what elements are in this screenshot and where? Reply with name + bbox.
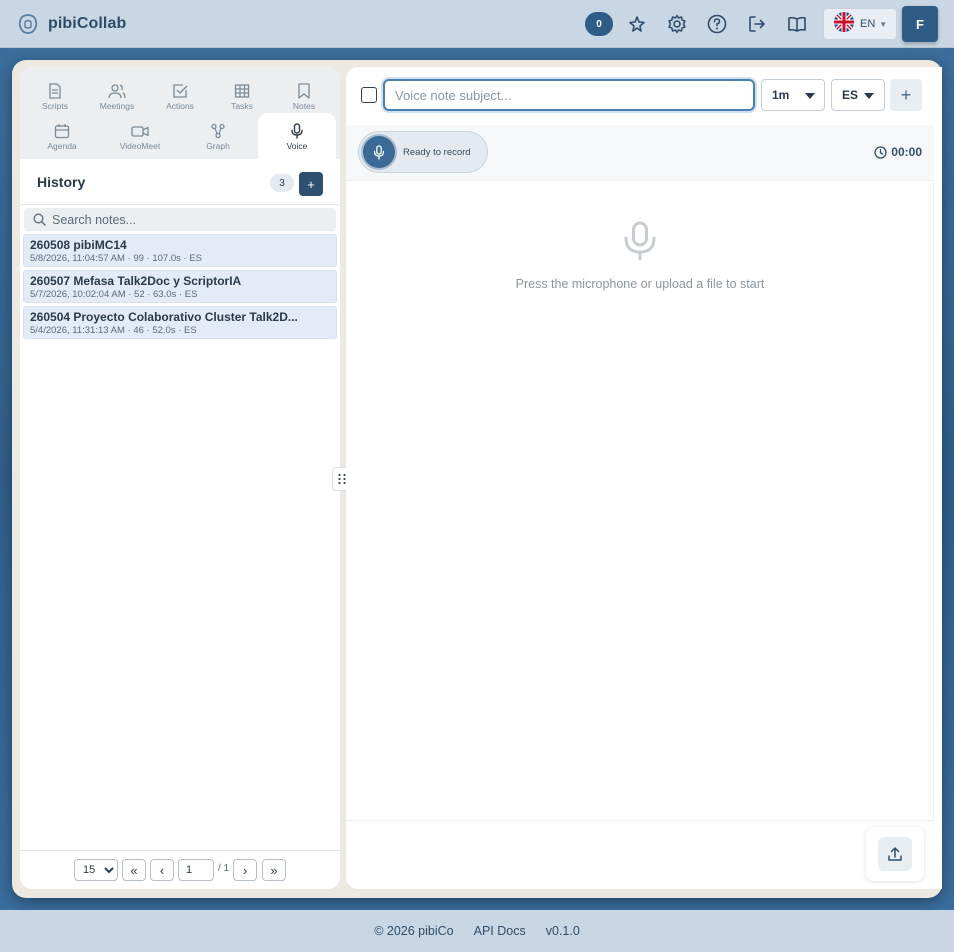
list-item[interactable]: 260508 pibiMC14 5/8/2026, 11:04:57 AM · …	[23, 234, 337, 267]
tab-meetings[interactable]: Meetings	[85, 77, 149, 113]
tab-agenda[interactable]: Agenda	[30, 117, 94, 153]
caret-down-icon	[805, 93, 815, 99]
video-icon	[131, 126, 149, 137]
document-icon	[49, 83, 61, 99]
list-item[interactable]: 260504 Proyecto Colaborativo Cluster Tal…	[23, 306, 337, 339]
duration-value: 1m	[772, 88, 790, 102]
microphone-placeholder-icon	[622, 221, 658, 266]
upload-icon	[888, 847, 902, 861]
list-item[interactable]: 260507 Mefasa Talk2Doc y ScriptorIA 5/7/…	[23, 270, 337, 303]
language-code: EN	[860, 18, 876, 30]
last-page-button[interactable]: »	[262, 859, 286, 881]
gear-icon[interactable]	[661, 8, 693, 40]
microphone-icon	[363, 136, 395, 168]
page-size-select[interactable]: 15	[74, 859, 118, 881]
microphone-icon	[291, 123, 303, 139]
tab-label: Graph	[206, 141, 230, 151]
history-count-badge: 3	[270, 174, 294, 192]
note-title: 260504 Proyecto Colaborativo Cluster Tal…	[30, 310, 298, 324]
voice-panel: 1m ES + Ready to record 00:00	[346, 67, 942, 889]
note-title: 260507 Mefasa Talk2Doc y ScriptorIA	[30, 274, 242, 288]
star-pin-icon[interactable]	[621, 8, 653, 40]
graph-icon	[211, 123, 225, 139]
timer: 00:00	[874, 145, 922, 159]
user-avatar[interactable]: F	[902, 6, 938, 42]
logout-icon[interactable]	[741, 8, 773, 40]
voice-subject-input[interactable]	[383, 79, 755, 111]
note-list: 260508 pibiMC14 5/8/2026, 11:04:57 AM · …	[23, 234, 337, 342]
prev-page-button[interactable]: ‹	[150, 859, 174, 881]
tab-tasks[interactable]: Tasks	[210, 77, 274, 113]
history-header: History 3 +	[20, 159, 340, 205]
record-status: Ready to record	[403, 146, 471, 158]
tab-label: Meetings	[99, 101, 135, 111]
tab-videomeet[interactable]: VideoMeet	[108, 117, 172, 153]
check-square-icon	[173, 84, 188, 98]
language-value: ES	[842, 88, 859, 102]
copyright: © 2026 pibiCo	[374, 924, 454, 938]
language-select[interactable]: ES	[831, 79, 885, 111]
empty-message: Press the microphone or upload a file to…	[515, 277, 765, 291]
add-voice-button[interactable]: +	[890, 79, 922, 111]
language-selector[interactable]: EN ▼	[823, 8, 897, 40]
tab-label: VideoMeet	[119, 141, 161, 151]
left-panel: Scripts Meetings Actions Tasks Notes Age…	[20, 67, 340, 889]
tab-graph[interactable]: Graph	[186, 117, 250, 153]
note-meta: 5/8/2026, 11:04:57 AM · 99 · 107.0s · ES	[30, 253, 202, 264]
note-meta: 5/4/2026, 11:31:13 AM · 46 · 52.0s · ES	[30, 325, 197, 336]
brand[interactable]: pibiCollab	[17, 13, 126, 35]
uk-flag-icon	[834, 11, 854, 37]
main-shell: Scripts Meetings Actions Tasks Notes Age…	[12, 60, 942, 898]
clock-icon	[874, 145, 887, 159]
note-meta: 5/7/2026, 10:02:04 AM · 52 · 63.0s · ES	[30, 289, 198, 300]
add-note-button[interactable]: +	[299, 172, 323, 196]
timer-value: 00:00	[891, 145, 922, 159]
top-bar: pibiCollab 0 EN ▼ F	[0, 0, 954, 48]
tab-notes[interactable]: Notes	[272, 77, 336, 113]
notification-badge[interactable]: 0	[585, 12, 613, 36]
grid-icon	[234, 84, 250, 98]
caret-down-icon: ▼	[879, 19, 888, 29]
help-icon[interactable]	[701, 8, 733, 40]
caret-down-icon	[864, 93, 874, 99]
bookmark-icon	[298, 83, 310, 99]
note-title: 260508 pibiMC14	[30, 238, 127, 252]
record-bar: Ready to record 00:00	[346, 125, 934, 181]
upload-button[interactable]	[878, 837, 912, 871]
search-box	[24, 208, 336, 231]
app-name: pibiCollab	[48, 14, 127, 32]
upload-card	[866, 827, 924, 881]
tab-label: Tasks	[231, 101, 253, 111]
search-icon	[33, 213, 46, 226]
tab-voice[interactable]: Voice	[258, 113, 336, 159]
module-tabs: Scripts Meetings Actions Tasks Notes Age…	[20, 67, 340, 159]
record-button[interactable]: Ready to record	[358, 131, 488, 173]
select-checkbox[interactable]	[361, 87, 377, 103]
search-input[interactable]	[52, 212, 322, 227]
next-page-button[interactable]: ›	[233, 859, 257, 881]
tab-actions[interactable]: Actions	[148, 77, 212, 113]
pagination: 15 « ‹ / 1 › »	[20, 850, 340, 889]
duration-select[interactable]: 1m	[761, 79, 825, 111]
footer: © 2026 pibiCo API Docs v0.1.0	[0, 910, 954, 952]
calendar-icon	[54, 124, 70, 139]
first-page-button[interactable]: «	[122, 859, 146, 881]
tab-label: Actions	[166, 101, 194, 111]
book-icon[interactable]	[781, 8, 813, 40]
version-label: v0.1.0	[545, 924, 580, 938]
tab-label: Voice	[286, 141, 308, 151]
tab-scripts[interactable]: Scripts	[23, 77, 87, 113]
users-icon	[108, 84, 126, 99]
page-total: / 1	[218, 863, 230, 874]
voice-toolbar: 1m ES +	[346, 67, 942, 125]
brand-logo-icon	[17, 13, 39, 35]
history-title: History	[37, 173, 86, 190]
tab-label: Scripts	[42, 101, 68, 111]
tab-label: Notes	[292, 101, 316, 111]
page-number-input[interactable]	[178, 859, 214, 881]
api-docs-link[interactable]: API Docs	[474, 924, 526, 938]
tab-label: Agenda	[47, 141, 77, 151]
empty-state: Press the microphone or upload a file to…	[346, 181, 934, 821]
